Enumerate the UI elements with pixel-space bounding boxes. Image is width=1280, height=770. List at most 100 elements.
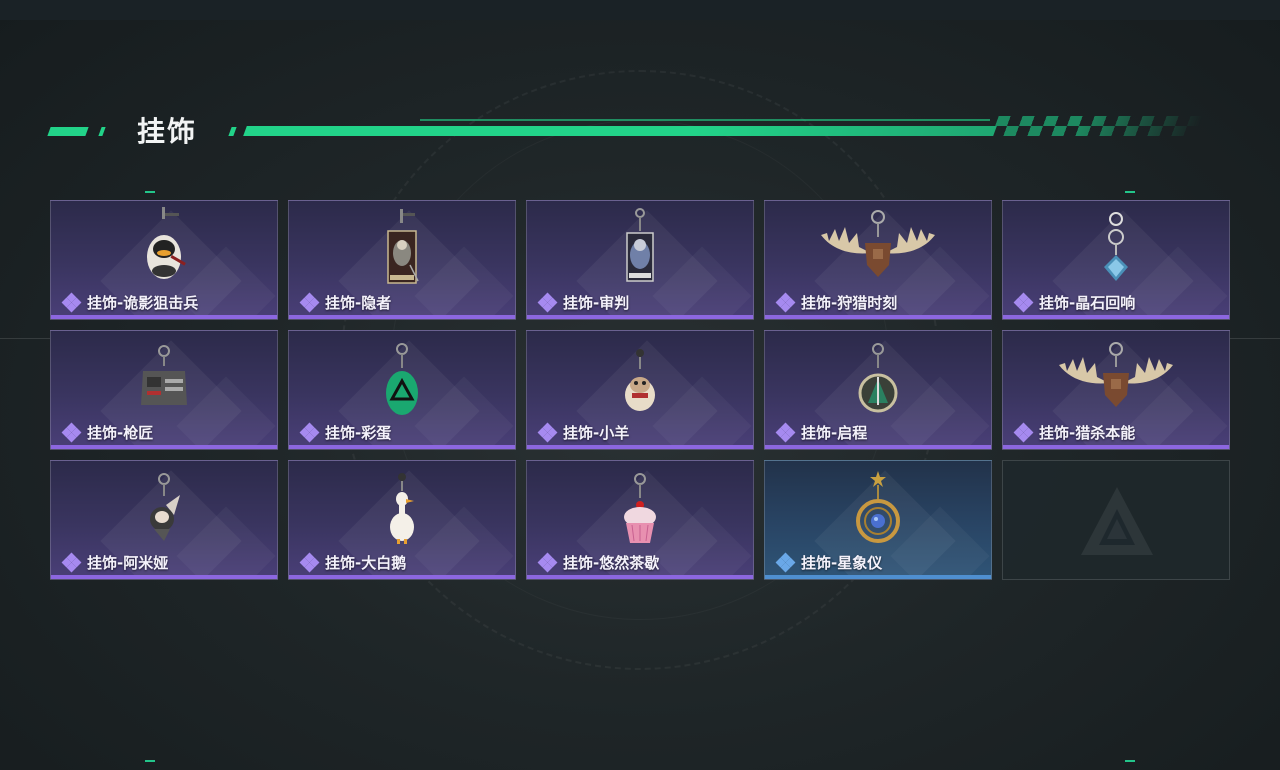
rarity-bar	[527, 315, 753, 319]
charm-label: 挂饰-彩蛋	[299, 422, 392, 443]
charm-name: 挂饰-小羊	[563, 423, 630, 442]
rarity-bar	[51, 445, 277, 449]
rarity-diamond-icon	[775, 422, 797, 443]
rarity-diamond-icon	[537, 552, 559, 573]
header-accent-bar	[228, 127, 237, 136]
astrolabe-charm-icon	[765, 465, 991, 549]
charm-name: 挂饰-狩猎时刻	[801, 293, 898, 312]
rarity-bar	[289, 575, 515, 579]
judgement-card-charm-icon	[527, 205, 753, 289]
charm-name: 挂饰-大白鹅	[325, 553, 407, 572]
rarity-diamond-icon	[537, 292, 559, 313]
gunsmith-charm-icon	[51, 335, 277, 419]
charm-name: 挂饰-猎杀本能	[1039, 423, 1136, 442]
crystal-charm-icon	[1003, 205, 1229, 289]
rarity-bar	[1003, 315, 1229, 319]
white-goose-charm-icon	[289, 465, 515, 549]
rarity-diamond-icon	[775, 552, 797, 573]
sniper-duck-charm-icon	[51, 205, 277, 289]
charm-label: 挂饰-枪匠	[61, 422, 154, 443]
charm-label: 挂饰-阿米娅	[61, 552, 169, 573]
corner-tick	[1125, 191, 1135, 193]
charm-label: 挂饰-猎杀本能	[1013, 422, 1136, 443]
rarity-diamond-icon	[299, 292, 321, 313]
antler-charm-icon	[765, 205, 991, 289]
charm-card[interactable]: 挂饰-审判	[526, 200, 754, 320]
green-egg-charm-icon	[289, 335, 515, 419]
header-thin-line	[420, 119, 990, 121]
corner-tick	[1125, 760, 1135, 762]
rarity-bar	[1003, 445, 1229, 449]
rarity-bar	[51, 315, 277, 319]
charm-name: 挂饰-审判	[563, 293, 630, 312]
game-logo-icon	[1077, 483, 1157, 563]
rarity-bar	[289, 315, 515, 319]
charm-name: 挂饰-启程	[801, 423, 868, 442]
rarity-bar	[765, 445, 991, 449]
header-divider	[243, 126, 997, 136]
charm-label: 挂饰-启程	[775, 422, 868, 443]
rarity-diamond-icon	[775, 292, 797, 313]
charm-label: 挂饰-审判	[537, 292, 630, 313]
side-line-left	[0, 338, 50, 339]
charm-label: 挂饰-诡影狙击兵	[61, 292, 199, 313]
charm-card[interactable]: 挂饰-启程	[764, 330, 992, 450]
corner-tick	[145, 760, 155, 762]
charm-card[interactable]: 挂饰-阿米娅	[50, 460, 278, 580]
side-line-right	[1230, 338, 1280, 339]
charm-card[interactable]: 挂饰-大白鹅	[288, 460, 516, 580]
charm-label: 挂饰-狩猎时刻	[775, 292, 898, 313]
charm-label: 挂饰-隐者	[299, 292, 392, 313]
rarity-diamond-icon	[1013, 422, 1035, 443]
rarity-diamond-icon	[537, 422, 559, 443]
charm-card[interactable]: 挂饰-隐者	[288, 200, 516, 320]
charm-label: 挂饰-晶石回响	[1013, 292, 1136, 313]
charm-card[interactable]: 挂饰-彩蛋	[288, 330, 516, 450]
corner-tick	[145, 191, 155, 193]
rarity-bar	[765, 315, 991, 319]
charm-card[interactable]: 挂饰-小羊	[526, 330, 754, 450]
charm-card[interactable]: 挂饰-枪匠	[50, 330, 278, 450]
charm-name: 挂饰-诡影狙击兵	[87, 293, 199, 312]
charm-name: 挂饰-隐者	[325, 293, 392, 312]
antler-charm-icon	[1003, 335, 1229, 419]
rarity-bar	[765, 575, 991, 579]
amiya-charm-icon	[51, 465, 277, 549]
charm-card[interactable]: 挂饰-狩猎时刻	[764, 200, 992, 320]
charm-label: 挂饰-小羊	[537, 422, 630, 443]
charm-card[interactable]: 挂饰-星象仪	[764, 460, 992, 580]
empty-slot	[1002, 460, 1230, 580]
charm-name: 挂饰-悠然茶歇	[563, 553, 660, 572]
section-title: 挂饰	[137, 115, 198, 148]
charm-label: 挂饰-大白鹅	[299, 552, 407, 573]
charm-label: 挂饰-悠然茶歇	[537, 552, 660, 573]
rarity-diamond-icon	[61, 422, 83, 443]
charm-name: 挂饰-星象仪	[801, 553, 883, 572]
rarity-bar	[289, 445, 515, 449]
rarity-bar	[527, 445, 753, 449]
header-accent-bar	[47, 127, 89, 136]
charm-card[interactable]: 挂饰-猎杀本能	[1002, 330, 1230, 450]
hermit-card-charm-icon	[289, 205, 515, 289]
charm-name: 挂饰-彩蛋	[325, 423, 392, 442]
header-checker-pattern	[991, 116, 1204, 136]
rarity-diamond-icon	[61, 292, 83, 313]
rarity-bar	[51, 575, 277, 579]
rarity-diamond-icon	[1013, 292, 1035, 313]
departure-ring-charm-icon	[765, 335, 991, 419]
charm-name: 挂饰-枪匠	[87, 423, 154, 442]
rarity-diamond-icon	[299, 552, 321, 573]
top-bar	[0, 0, 1280, 20]
charm-card[interactable]: 挂饰-晶石回响	[1002, 200, 1230, 320]
lamb-charm-icon	[527, 335, 753, 419]
charm-name: 挂饰-阿米娅	[87, 553, 169, 572]
charm-name: 挂饰-晶石回响	[1039, 293, 1136, 312]
rarity-diamond-icon	[61, 552, 83, 573]
header-accent-bar	[98, 127, 106, 136]
rarity-bar	[527, 575, 753, 579]
cupcake-charm-icon	[527, 465, 753, 549]
charm-label: 挂饰-星象仪	[775, 552, 883, 573]
charm-card[interactable]: 挂饰-诡影狙击兵	[50, 200, 278, 320]
charm-card[interactable]: 挂饰-悠然茶歇	[526, 460, 754, 580]
rarity-diamond-icon	[299, 422, 321, 443]
